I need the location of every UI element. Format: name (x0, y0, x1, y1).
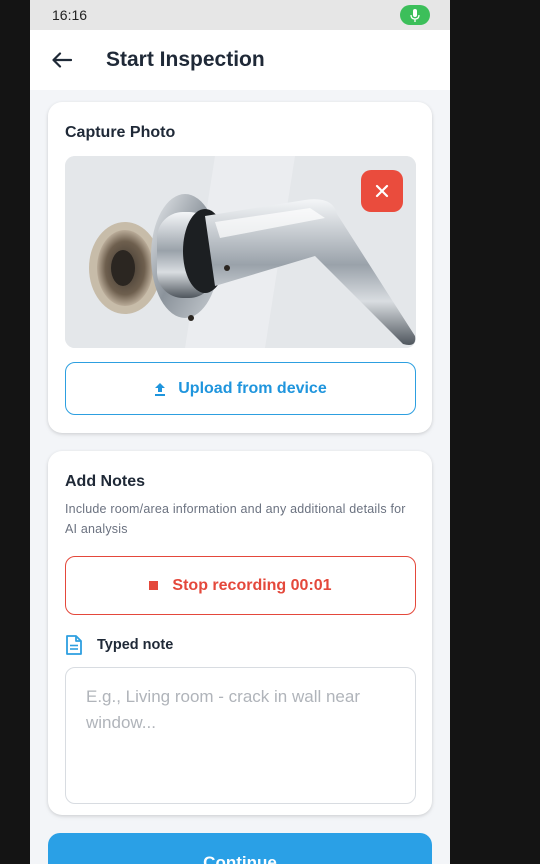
continue-button[interactable]: Continue (48, 833, 432, 864)
close-icon (375, 184, 389, 198)
document-icon (66, 635, 82, 655)
typed-note-label: Typed note (97, 637, 174, 653)
upload-icon (155, 382, 166, 396)
stop-icon (149, 581, 159, 590)
phone-screen: 16:16 Start Inspection Capture Photo Upl… (30, 0, 450, 864)
mic-indicator (400, 5, 430, 25)
remove-photo-button[interactable] (361, 170, 403, 212)
add-notes-card: Add Notes Include room/area information … (48, 451, 432, 815)
status-bar: 16:16 (30, 0, 450, 30)
stop-recording-label: Stop recording 00:01 (172, 576, 332, 594)
app-bar: Start Inspection (30, 30, 450, 90)
upload-label: Upload from device (178, 379, 327, 397)
page-title: Start Inspection (106, 48, 265, 71)
add-notes-help: Include room/area information and any ad… (65, 502, 406, 536)
stop-recording-button[interactable]: Stop recording 00:01 (65, 556, 416, 615)
mic-icon (410, 8, 420, 22)
typed-note-input[interactable] (65, 667, 416, 804)
continue-label: Continue (203, 853, 277, 864)
add-notes-title: Add Notes (65, 473, 145, 490)
status-time: 16:16 (52, 7, 88, 23)
arrow-left-icon (52, 52, 72, 68)
capture-photo-title: Capture Photo (65, 124, 176, 141)
upload-from-device-button[interactable]: Upload from device (65, 362, 416, 415)
capture-photo-card: Capture Photo Upload from device (48, 102, 432, 433)
captured-photo (65, 156, 416, 348)
typed-note-header: Typed note (65, 635, 415, 655)
back-button[interactable] (50, 48, 74, 72)
